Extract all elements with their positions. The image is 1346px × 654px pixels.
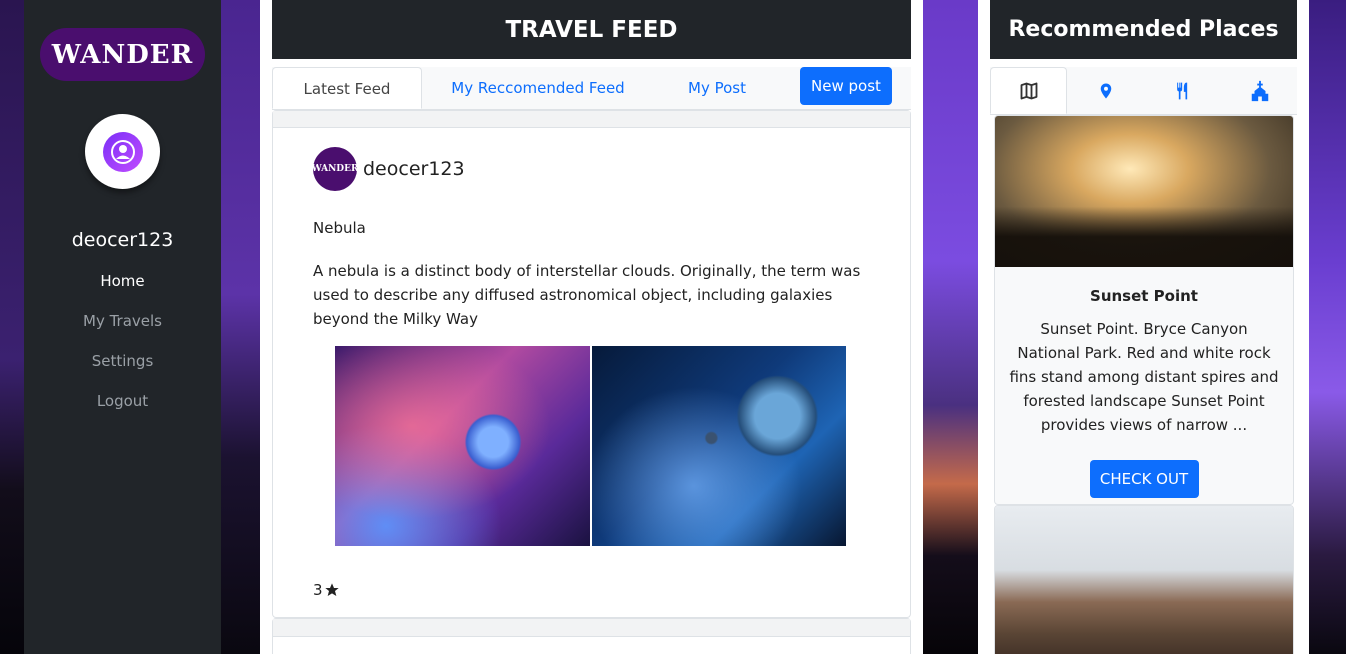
post-card: WANDER deocer123 Nebula A nebula is a di… [272,110,911,618]
check-out-button[interactable]: CHECK OUT [1089,460,1199,498]
post-images [335,346,847,546]
feed-tabs: Latest Feed My Reccomended Feed My Post … [272,67,911,110]
new-post-button[interactable]: New post [800,67,892,105]
sidebar: WANDER deocer123 Home My Travels Setting… [24,0,221,654]
post-body: A nebula is a distinct body of interstel… [313,262,861,328]
sidebar-nav: Home My Travels Settings Logout [83,271,162,431]
feed-column: TRAVEL FEED Latest Feed My Reccomended F… [260,0,923,654]
tab-latest-feed[interactable]: Latest Feed [272,67,422,109]
church-icon[interactable] [1221,67,1298,114]
recommended-tabs [990,67,1297,115]
post-image-nebula-2[interactable] [592,346,846,546]
place-card-next [994,505,1294,654]
post-image-nebula-1[interactable] [335,346,590,546]
background-scenery-mid-left [221,0,260,654]
place-card: Sunset Point Sunset Point. Bryce Canyon … [994,115,1294,505]
tab-my-recommended-feed[interactable]: My Reccomended Feed [442,67,634,109]
rating-count: 3 [313,581,323,599]
background-scenery-right [1309,0,1346,654]
sidebar-item-logout[interactable]: Logout [97,391,148,431]
background-scenery-mid-right [923,0,978,654]
location-pin-icon[interactable] [1067,67,1144,114]
sidebar-item-my-travels[interactable]: My Travels [83,311,162,351]
place-name: Sunset Point [1090,287,1198,305]
feed-title: TRAVEL FEED [272,0,911,59]
place-description: Sunset Point. Bryce Canyon National Park… [1009,320,1279,434]
map-icon[interactable] [990,67,1067,114]
star-icon [324,582,340,598]
sidebar-item-home[interactable]: Home [100,271,144,311]
post-card-next-header [273,619,910,637]
post-author[interactable]: WANDER deocer123 [312,147,465,191]
post-card-next [272,618,911,654]
place-image-next[interactable] [995,506,1293,654]
author-name: deocer123 [363,158,465,180]
author-avatar: WANDER [312,147,358,191]
wander-logo[interactable]: WANDER [40,28,205,81]
user-profile-icon [102,131,143,172]
background-scenery-left [0,0,24,654]
recommended-column: Recommended Places Sunset Point Sunset P… [978,0,1309,654]
post-rating[interactable]: 3 [313,581,340,599]
post-title: Nebula [313,219,366,237]
post-card-header [273,111,910,128]
sidebar-username: deocer123 [71,229,174,251]
avatar[interactable] [85,114,160,189]
tab-my-post[interactable]: My Post [672,67,762,109]
place-image[interactable] [995,116,1293,267]
recommended-title: Recommended Places [990,0,1297,59]
restaurant-icon[interactable] [1144,67,1221,114]
sidebar-item-settings[interactable]: Settings [92,351,154,391]
